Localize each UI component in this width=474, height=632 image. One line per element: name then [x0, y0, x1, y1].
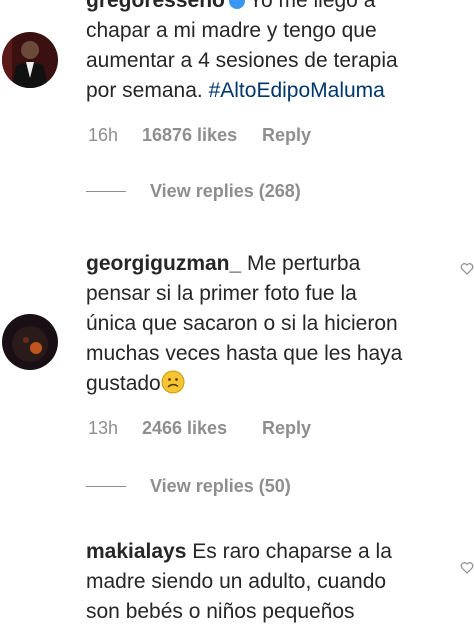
like-heart-icon[interactable]: [460, 561, 474, 575]
comment-line: chapar a mi madre y tengo que: [86, 19, 377, 42]
view-replies-button[interactable]: View replies (268): [86, 181, 301, 202]
comment-likes[interactable]: 2466 likes: [142, 418, 262, 439]
view-replies-button[interactable]: View replies (50): [86, 476, 291, 497]
comment-username[interactable]: gregoresseno: [86, 0, 225, 12]
comment-line-text: Es raro chaparse a la: [192, 540, 392, 563]
reply-button[interactable]: Reply: [262, 125, 311, 146]
like-heart-icon[interactable]: [460, 262, 474, 276]
comment-line: makialays Es raro chaparse a la: [86, 537, 436, 567]
avatar[interactable]: [2, 314, 58, 370]
comment-username[interactable]: makialays: [86, 540, 186, 563]
comment-line: gregoresseno Yo me llegó a: [86, 0, 436, 16]
comment-line: única que sacaron o si la hicieron: [86, 312, 398, 335]
comment-line-text: por semana.: [86, 79, 203, 102]
comment-username[interactable]: georgiguzman_: [86, 252, 241, 275]
comment-meta: 13h 2466 likes Reply: [88, 418, 311, 439]
comment-meta: 16h 16876 likes Reply: [88, 125, 311, 146]
comment-time: 13h: [88, 418, 119, 438]
comment-line-text: gustado: [86, 372, 161, 395]
comment-line: madre siendo un adulto, cuando: [86, 570, 387, 593]
comment-text: makialays Es raro chaparse a la madre si…: [86, 537, 436, 627]
comment-line: georgiguzman_ Me perturba: [86, 249, 436, 279]
comment-text: georgiguzman_ Me perturba pensar si la p…: [86, 249, 436, 399]
reply-button[interactable]: Reply: [262, 418, 311, 439]
comment-text: gregoresseno Yo me llegó a chapar a mi ma…: [86, 0, 436, 106]
comment-line: aumentar a 4 sesiones de terapia: [86, 49, 398, 72]
comment-time: 16h: [88, 125, 119, 145]
comment-line: gustado: [86, 369, 436, 399]
verified-badge-icon: [228, 0, 245, 9]
replies-divider: [86, 191, 126, 192]
comment-line: muchas veces hasta que les haya: [86, 342, 403, 365]
comment-line: por semana. #AltoEdipoMaluma: [86, 76, 436, 106]
comment-line: pensar si la primer foto fue la: [86, 282, 357, 305]
avatar[interactable]: [2, 32, 58, 88]
comment-likes[interactable]: 16876 likes: [142, 125, 262, 146]
view-replies-label: View replies (50): [150, 476, 291, 496]
hashtag-link[interactable]: #AltoEdipoMaluma: [209, 79, 385, 102]
replies-divider: [86, 486, 126, 487]
comment-line-text: Yo me llegó a: [248, 0, 376, 12]
view-replies-label: View replies (268): [150, 181, 301, 201]
comment-line-text: Me perturba: [247, 252, 361, 275]
confused-face-icon: [161, 370, 185, 394]
comment-line: son bebés o niños pequeños: [86, 600, 355, 623]
